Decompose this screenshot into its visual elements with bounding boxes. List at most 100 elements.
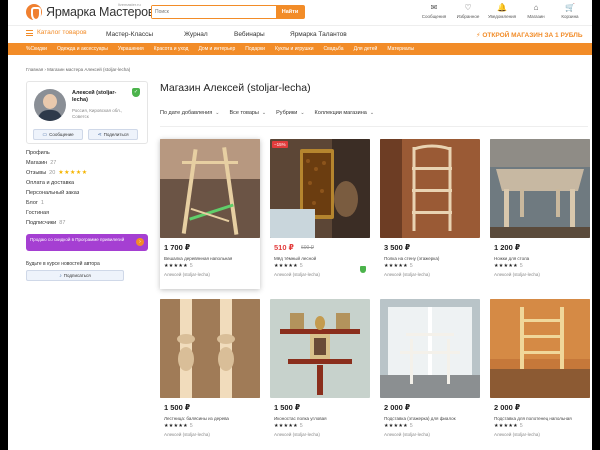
- product-seller[interactable]: Алексей (stoljar-lecha): [494, 432, 540, 437]
- sidebar-menu-item[interactable]: Гостиная: [26, 208, 148, 218]
- category-link[interactable]: %Скидки: [26, 46, 47, 52]
- category-link[interactable]: Дом и интерьер: [198, 46, 235, 52]
- privilege-text: Продаю со скидкой в Программе привилегий: [30, 237, 125, 242]
- sidebar-menu-item[interactable]: Подписчики 87: [26, 218, 148, 228]
- rating-stars-icon: ★★★★★: [274, 423, 298, 429]
- search-input[interactable]: [152, 6, 276, 18]
- product-image[interactable]: [380, 299, 480, 398]
- product-seller[interactable]: Алексей (stoljar-lecha): [164, 432, 210, 437]
- product-price: 3 500 ₽: [384, 243, 411, 252]
- category-link[interactable]: Свадьба: [324, 46, 344, 52]
- product-card[interactable]: 3 500 ₽ Полка на стену (этажерка) ★★★★★ 5 Ал…: [380, 139, 480, 289]
- open-shop-promo[interactable]: ⚡ ОТКРОЙ МАГАЗИН ЗА 1 РУБЛЬ: [476, 31, 583, 39]
- arrow-right-icon: ›: [136, 238, 144, 246]
- product-price: 1 500 ₽: [164, 403, 191, 412]
- category-strip: %Скидки Одежда и аксессуары Украшения Красо…: [8, 43, 592, 55]
- product-old-price: 600 ₽: [301, 245, 314, 251]
- product-image[interactable]: [270, 139, 370, 238]
- site-logo[interactable]: Ярмарка Мастеров livemaster.ru: [26, 2, 154, 21]
- catalog-button[interactable]: Каталог товаров: [26, 29, 87, 36]
- privilege-program-banner[interactable]: Продаю со скидкой в Программе привилегий…: [26, 234, 148, 251]
- category-link[interactable]: Одежда и аксессуары: [57, 46, 108, 52]
- product-rating: ★★★★★ 5: [494, 263, 523, 269]
- subscribe-button[interactable]: ♪ Подписаться: [26, 270, 124, 281]
- nav-link-journal[interactable]: Журнал: [184, 31, 208, 38]
- header-action-label: Корзина: [561, 14, 579, 19]
- review-count: 5: [409, 263, 414, 269]
- product-seller[interactable]: Алексей (stoljar-lecha): [164, 272, 210, 277]
- review-count: 5: [189, 423, 194, 429]
- sidebar-menu-item[interactable]: Профиль: [26, 148, 148, 158]
- menu-item-label: Магазин: [26, 160, 48, 166]
- product-image[interactable]: [490, 139, 590, 238]
- product-title[interactable]: Подставка (этажерка) для фиалок: [384, 416, 476, 421]
- category-link[interactable]: Украшения: [118, 46, 144, 52]
- breadcrumb[interactable]: Главная › Магазин мастера Алексей (stolj…: [26, 67, 130, 72]
- product-seller[interactable]: Алексей (stoljar-lecha): [274, 272, 320, 277]
- category-link[interactable]: Материалы: [387, 46, 414, 52]
- menu-icon: [26, 29, 33, 36]
- nav-link-talents[interactable]: Ярмарка Талантов: [290, 31, 347, 38]
- product-card[interactable]: 1 200 ₽ Ножки для стола ★★★★★ 5 Алексей (sto…: [490, 139, 590, 289]
- master-name[interactable]: Алексей (stoljar-lecha): [72, 90, 132, 104]
- sidebar-menu-item[interactable]: Оплата и доставка: [26, 178, 148, 188]
- nav-link-webinars[interactable]: Вебинары: [234, 31, 265, 38]
- product-title[interactable]: Мёд тёмный лесной: [274, 256, 366, 261]
- product-seller[interactable]: Алексей (stoljar-lecha): [494, 272, 540, 277]
- avatar[interactable]: [34, 89, 66, 121]
- product-seller[interactable]: Алексей (stoljar-lecha): [384, 432, 430, 437]
- product-image[interactable]: [270, 299, 370, 398]
- product-title[interactable]: Полка на стену (этажерка): [384, 256, 476, 261]
- sidebar-menu-item[interactable]: Персональный заказ: [26, 188, 148, 198]
- product-rating: ★★★★★ 5: [494, 423, 523, 429]
- header-action-shop[interactable]: ⌂ Магазин: [522, 3, 550, 19]
- category-link[interactable]: Куклы и игрушки: [275, 46, 314, 52]
- divider: [160, 126, 588, 127]
- search-button[interactable]: Найти: [276, 6, 304, 18]
- product-card[interactable]: 1 500 ₽ Лестница: балясины из дерева ★★★★★…: [160, 299, 260, 449]
- product-title[interactable]: Ножки для стола: [494, 256, 586, 261]
- category-link[interactable]: Подарки: [245, 46, 265, 52]
- filter-dropdown[interactable]: Рубрики ⌄: [276, 110, 304, 116]
- sidebar-menu-item[interactable]: Блог 1: [26, 198, 148, 208]
- nav-link-masterclasses[interactable]: Мастер-Классы: [106, 31, 153, 38]
- header-action-mail[interactable]: ✉ Сообщения: [420, 3, 448, 19]
- product-title[interactable]: Вешалка деревянная напольная: [164, 256, 256, 261]
- product-card[interactable]: 2 000 ₽ Подставка (этажерка) для фиалок ★★…: [380, 299, 480, 449]
- header-action-heart[interactable]: ♡ Избранное: [454, 3, 482, 19]
- menu-item-label: Персональный заказ: [26, 190, 80, 196]
- product-title[interactable]: Лестница: балясины из дерева: [164, 416, 256, 421]
- category-link[interactable]: Для детей: [354, 46, 378, 52]
- product-seller[interactable]: Алексей (stoljar-lecha): [274, 432, 320, 437]
- filter-dropdown[interactable]: По дате добавления ⌄: [160, 110, 219, 116]
- page-title: Магазин Алексей (stoljar-lecha): [160, 82, 311, 94]
- sidebar-menu-item[interactable]: Магазин 27: [26, 158, 148, 168]
- product-title[interactable]: Иконостас полка угловая: [274, 416, 366, 421]
- product-image[interactable]: [160, 299, 260, 398]
- filter-dropdown[interactable]: Все товары ⌄: [229, 110, 266, 116]
- product-seller[interactable]: Алексей (stoljar-lecha): [384, 272, 430, 277]
- product-card[interactable]: 1 700 ₽ Вешалка деревянная напольная ★★★★★…: [160, 139, 260, 289]
- product-card[interactable]: 1 500 ₽ Иконостас полка угловая ★★★★★ 5 Алек…: [270, 299, 370, 449]
- header-action-label: Сообщения: [421, 14, 447, 19]
- product-title[interactable]: Подставка для полотенец напольная: [494, 416, 586, 421]
- category-link[interactable]: Красота и уход: [154, 46, 189, 52]
- product-image[interactable]: [160, 139, 260, 238]
- product-card[interactable]: 2 000 ₽ Подставка для полотенец напольная…: [490, 299, 590, 449]
- share-button[interactable]: ⋖ Поделиться: [88, 129, 138, 140]
- share-label: Поделиться: [103, 132, 129, 137]
- discount-badge: −15%: [272, 141, 288, 148]
- filter-label: Коллекции магазина: [314, 110, 367, 116]
- header-action-bell[interactable]: 🔔 Уведомления: [488, 3, 516, 19]
- product-image[interactable]: [380, 139, 480, 238]
- review-count: 5: [519, 423, 524, 429]
- header-action-cart[interactable]: 🛒 Корзина: [556, 3, 584, 19]
- menu-item-label: Подписчики: [26, 220, 57, 226]
- sidebar-menu-item[interactable]: Отзывы 20 ★★★★★: [26, 168, 148, 178]
- message-button[interactable]: ▭ Сообщение: [33, 129, 83, 140]
- review-count: 5: [519, 263, 524, 269]
- filter-dropdown[interactable]: Коллекции магазина ⌄: [315, 110, 374, 116]
- product-card[interactable]: −15% 510 ₽ 600 ₽ Мёд тёмный лесной ★★★★★ 5 Але…: [270, 139, 370, 289]
- rating-stars-icon: ★★★★★: [164, 423, 188, 429]
- product-image[interactable]: [490, 299, 590, 398]
